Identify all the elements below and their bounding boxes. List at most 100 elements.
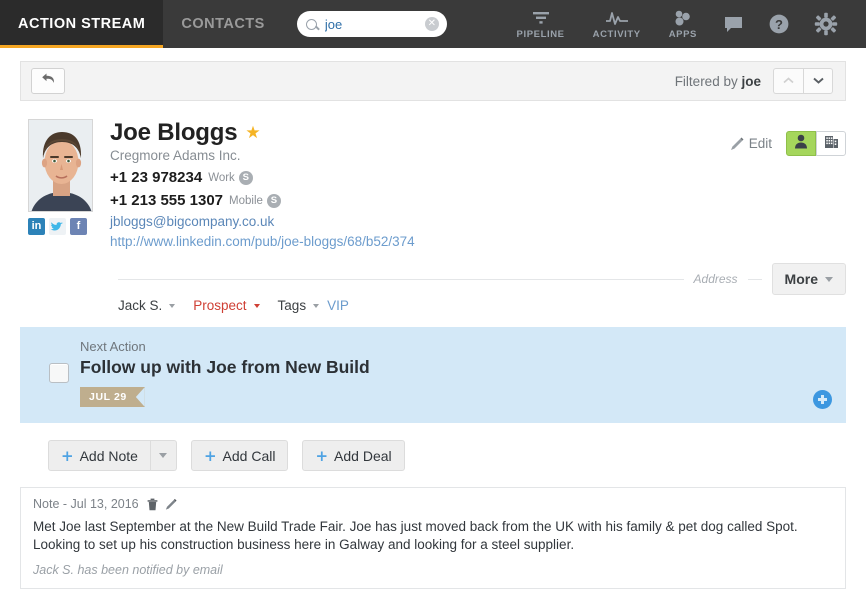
facebook-label: f (76, 220, 81, 232)
record-nav-group (773, 68, 833, 94)
add-deal-button[interactable]: + Add Deal (302, 440, 405, 471)
pencil-icon[interactable] (165, 498, 177, 511)
contact-card: in f Joe Bloggs ★ Cregmore Adams Inc. +1 (20, 119, 846, 249)
back-button[interactable] (31, 68, 65, 94)
owner-dropdown[interactable]: Jack S. (118, 298, 176, 313)
owner-label: Jack S. (118, 298, 163, 313)
add-call-button[interactable]: + Add Call (190, 440, 289, 471)
chevron-down-icon (812, 76, 824, 87)
next-action-date-badge[interactable]: JUL 29 (80, 387, 145, 407)
search-box[interactable]: ✕ (296, 11, 447, 37)
chevron-up-icon (783, 76, 794, 87)
more-button[interactable]: More (771, 263, 846, 295)
plus-icon: + (61, 446, 74, 465)
building-icon (824, 134, 839, 154)
add-deal-label: Add Deal (334, 447, 392, 464)
divider-line-short (747, 278, 762, 280)
contact-photo (29, 120, 92, 211)
view-toggle-group (786, 131, 846, 156)
search-input[interactable] (322, 15, 425, 33)
chevron-down-icon (253, 303, 260, 308)
person-view-toggle[interactable] (786, 131, 816, 156)
nav-item-apps[interactable]: APPS (655, 0, 711, 48)
address-section-label: Address (693, 272, 738, 286)
next-action-title[interactable]: Follow up with Joe from New Build (80, 357, 832, 378)
previous-record-button[interactable] (773, 68, 803, 94)
search-icon (305, 18, 317, 30)
social-links: in f (28, 218, 96, 235)
more-button-label: More (784, 271, 818, 287)
filter-status-group: Filtered by joe (675, 68, 833, 94)
contact-meta-row: Jack S. Prospect Tags VIP (20, 298, 846, 313)
back-arrow-icon (41, 72, 56, 90)
note-card: Note - Jul 13, 2016 Met Joe last Septemb… (20, 487, 846, 589)
chevron-down-icon (825, 276, 833, 282)
tab-contacts-label: CONTACTS (181, 16, 265, 32)
plus-icon: + (315, 446, 329, 465)
tab-action-stream[interactable]: ACTION STREAM (0, 0, 164, 48)
phone-row-mobile: +1 213 555 1307 Mobile S (110, 192, 846, 209)
gear-icon[interactable] (802, 12, 850, 36)
tag-value-vip[interactable]: VIP (327, 298, 349, 313)
phone-number[interactable]: +1 23 978234 (110, 169, 202, 186)
next-record-button[interactable] (803, 68, 833, 94)
tags-label: Tags (277, 298, 307, 313)
card-actions: Edit (730, 131, 846, 156)
company-view-toggle[interactable] (816, 131, 846, 156)
next-action-body: Next Action Follow up with Joe from New … (80, 339, 832, 407)
edit-button[interactable]: Edit (730, 136, 772, 151)
phone-number[interactable]: +1 213 555 1307 (110, 192, 223, 209)
add-note-label: Add Note (79, 447, 138, 464)
note-actions (147, 498, 177, 511)
help-circle-icon[interactable]: ? (756, 13, 802, 35)
page-body: Filtered by joe in f Joe Bloggs ★ Cregmo… (0, 61, 866, 589)
website-link[interactable]: http://www.linkedin.com/pub/joe-bloggs/6… (110, 234, 846, 249)
twitter-icon[interactable] (49, 218, 66, 235)
nav-right-group: PIPELINE ACTIVITY APPS ? (503, 0, 866, 48)
nav-item-activity-label: ACTIVITY (592, 28, 641, 40)
pencil-icon (730, 137, 744, 151)
note-body: Met Joe last September at the New Build … (33, 519, 798, 552)
tab-action-stream-label: ACTION STREAM (18, 16, 146, 32)
pulse-icon (605, 9, 629, 26)
nav-item-activity[interactable]: ACTIVITY (579, 0, 655, 48)
email-link[interactable]: jbloggs@bigcompany.co.uk (110, 214, 846, 229)
status-dropdown[interactable]: Prospect (193, 298, 260, 313)
chat-bubble-icon[interactable] (711, 15, 756, 34)
tags-dropdown[interactable]: Tags (278, 298, 320, 313)
person-icon (794, 134, 808, 154)
star-icon[interactable]: ★ (245, 123, 260, 143)
skype-icon[interactable]: S (238, 170, 253, 185)
plus-icon: + (203, 446, 217, 465)
phone-type-label: Mobile (229, 194, 263, 207)
svg-text:?: ? (775, 17, 783, 32)
tab-contacts[interactable]: CONTACTS (163, 0, 282, 48)
note-footer: Jack S. has been notified by email (33, 563, 223, 577)
add-note-button[interactable]: + Add Note (48, 440, 151, 471)
trash-icon[interactable] (147, 498, 158, 511)
add-next-action-button[interactable] (813, 390, 832, 409)
page-title: Joe Bloggs (110, 119, 238, 146)
avatar[interactable] (28, 119, 93, 212)
search-area: ✕ (296, 0, 447, 48)
complete-checkbox[interactable] (49, 363, 69, 383)
filter-status-prefix: Filtered by (674, 73, 738, 89)
note-header: Note - Jul 13, 2016 (33, 497, 833, 511)
nav-item-pipeline[interactable]: PIPELINE (503, 0, 579, 48)
filter-bar: Filtered by joe (20, 61, 846, 101)
status-badge: Prospect (193, 298, 247, 313)
add-note-dropdown-toggle[interactable] (150, 440, 177, 471)
skype-icon[interactable]: S (266, 193, 281, 208)
funnel-icon (532, 9, 550, 26)
linkedin-icon[interactable]: in (28, 218, 45, 235)
nav-item-pipeline-label: PIPELINE (516, 28, 565, 40)
facebook-icon[interactable]: f (70, 218, 87, 235)
address-divider-row: Address More (20, 262, 846, 296)
divider-line (118, 278, 684, 280)
linkedin-label: in (31, 220, 42, 232)
next-action-date-label: JUL 29 (89, 391, 127, 403)
next-action-panel: Next Action Follow up with Joe from New … (20, 327, 846, 423)
chevron-down-icon (169, 303, 176, 308)
clear-search-icon[interactable]: ✕ (424, 17, 439, 31)
